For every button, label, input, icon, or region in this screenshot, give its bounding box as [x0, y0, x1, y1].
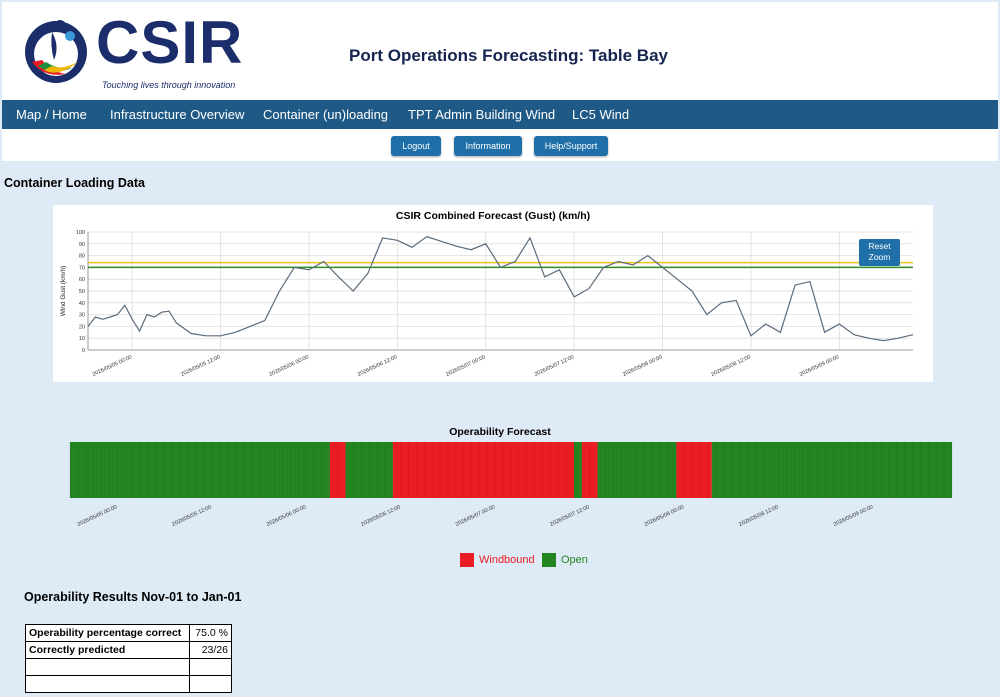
x-tick-label: 2026/05/08 12:00: [738, 504, 779, 528]
gust-forecast-chart: CSIR Combined Forecast (Gust) (km/h) 0 10…: [53, 205, 933, 382]
x-tick-label: 2026/05/09 00:00: [799, 354, 840, 378]
y-tick-label: 60: [79, 277, 85, 283]
page-title: Port Operations Forecasting: Table Bay: [349, 46, 668, 65]
header: CSIR Touching lives through innovation P…: [2, 2, 998, 100]
x-tick-label: 2026/05/06 00:00: [268, 354, 309, 378]
logo-wordmark: CSIR: [96, 9, 244, 76]
x-tick-label: 2026/05/06 00:00: [266, 504, 307, 528]
section-title: Container Loading Data: [4, 176, 145, 190]
windbound-swatch: [460, 553, 474, 567]
y-tick-label: 10: [79, 336, 85, 342]
gust-chart-plot[interactable]: 0 10 20 30 40 50 60 70 80 90 100 2026/05/05 00:00 20…: [53, 205, 933, 382]
nav-item-tpt-admin-building-wind[interactable]: TPT Admin Building Wind: [408, 100, 555, 129]
y-tick-label: 80: [79, 254, 85, 260]
open-segment: [574, 442, 582, 498]
y-tick-label: 50: [79, 289, 85, 295]
x-tick-label: 2026/05/07 00:00: [455, 504, 496, 528]
y-tick-label: 90: [79, 242, 85, 248]
x-tick-label: 2026/05/08 00:00: [622, 354, 663, 378]
table-cell-value: 23/26: [189, 641, 232, 659]
table-cell-label: [25, 675, 190, 693]
x-tick-label: 2026/05/05 12:00: [171, 504, 212, 528]
y-axis-label: Wind Gust (km/h): [60, 266, 67, 317]
y-tick-label: 100: [76, 230, 85, 236]
y-tick-label: 40: [79, 301, 85, 307]
x-tick-label: 2026/05/06 12:00: [357, 354, 398, 378]
table-cell-value: 75.0 %: [189, 624, 232, 642]
legend-item-windbound[interactable]: Windbound: [460, 553, 535, 567]
windbound-segment: [392, 442, 574, 498]
table-cell-label: [25, 658, 190, 676]
x-tick-label: 2026/05/07 12:00: [534, 354, 575, 378]
nav-item-infrastructure-overview[interactable]: Infrastructure Overview: [110, 100, 244, 129]
help-support-button[interactable]: Help/Support: [534, 136, 608, 156]
results-table: Operability percentage correct 75.0 % Co…: [25, 624, 232, 693]
y-tick-label: 30: [79, 313, 85, 319]
table-row: Operability percentage correct 75.0 %: [25, 624, 232, 642]
operability-forecast-chart: 2026/05/05 00:00 2026/05/05 12:00 2026/05/…: [69, 442, 953, 528]
legend-label-open: Open: [561, 553, 588, 566]
y-tick-label: 0: [82, 348, 85, 354]
open-segment: [70, 442, 330, 498]
x-tick-label: 2026/05/05 12:00: [180, 354, 221, 378]
x-tick-label: 2026/05/09 00:00: [833, 504, 874, 528]
results-title: Operability Results Nov-01 to Jan-01: [24, 590, 242, 604]
table-row: [25, 675, 232, 693]
table-row: [25, 658, 232, 676]
series-line: [87, 236, 914, 342]
legend-item-open[interactable]: Open: [542, 553, 588, 567]
table-cell-value: [189, 658, 232, 676]
nav-item-container-unloading[interactable]: Container (un)loading: [263, 100, 388, 129]
reset-zoom-button[interactable]: Reset Zoom: [859, 239, 900, 266]
table-row: Correctly predicted 23/26: [25, 641, 232, 659]
table-cell-value: [189, 675, 232, 693]
main-nav: Map / Home Infrastructure Overview Conta…: [2, 100, 998, 129]
csir-logo-icon: [25, 20, 87, 83]
logout-button[interactable]: Logout: [391, 136, 441, 156]
open-swatch: [542, 553, 556, 567]
x-tick-label: 2026/05/05 00:00: [92, 354, 133, 378]
y-tick-label: 70: [79, 265, 85, 271]
information-button[interactable]: Information: [454, 136, 522, 156]
action-bar: Logout Information Help/Support: [2, 129, 998, 161]
x-tick-label: 2026/05/08 00:00: [644, 504, 685, 528]
legend-label-windbound: Windbound: [479, 553, 535, 566]
windbound-segment: [676, 442, 712, 498]
x-tick-label: 2026/05/08 12:00: [710, 354, 751, 378]
nav-item-lc5-wind[interactable]: LC5 Wind: [572, 100, 629, 129]
x-tick-label: 2026/05/07 00:00: [445, 354, 486, 378]
nav-item-map-home[interactable]: Map / Home: [16, 100, 87, 129]
table-cell-label: Operability percentage correct: [25, 624, 190, 642]
x-tick-label: 2026/05/07 12:00: [549, 504, 590, 528]
y-tick-label: 20: [79, 324, 85, 330]
table-cell-label: Correctly predicted: [25, 641, 190, 659]
x-tick-label: 2026/05/06 12:00: [360, 504, 401, 528]
open-segment: [711, 442, 952, 498]
x-tick-label: 2026/05/05 00:00: [77, 504, 118, 528]
logo-tagline: Touching lives through innovation: [102, 80, 236, 90]
